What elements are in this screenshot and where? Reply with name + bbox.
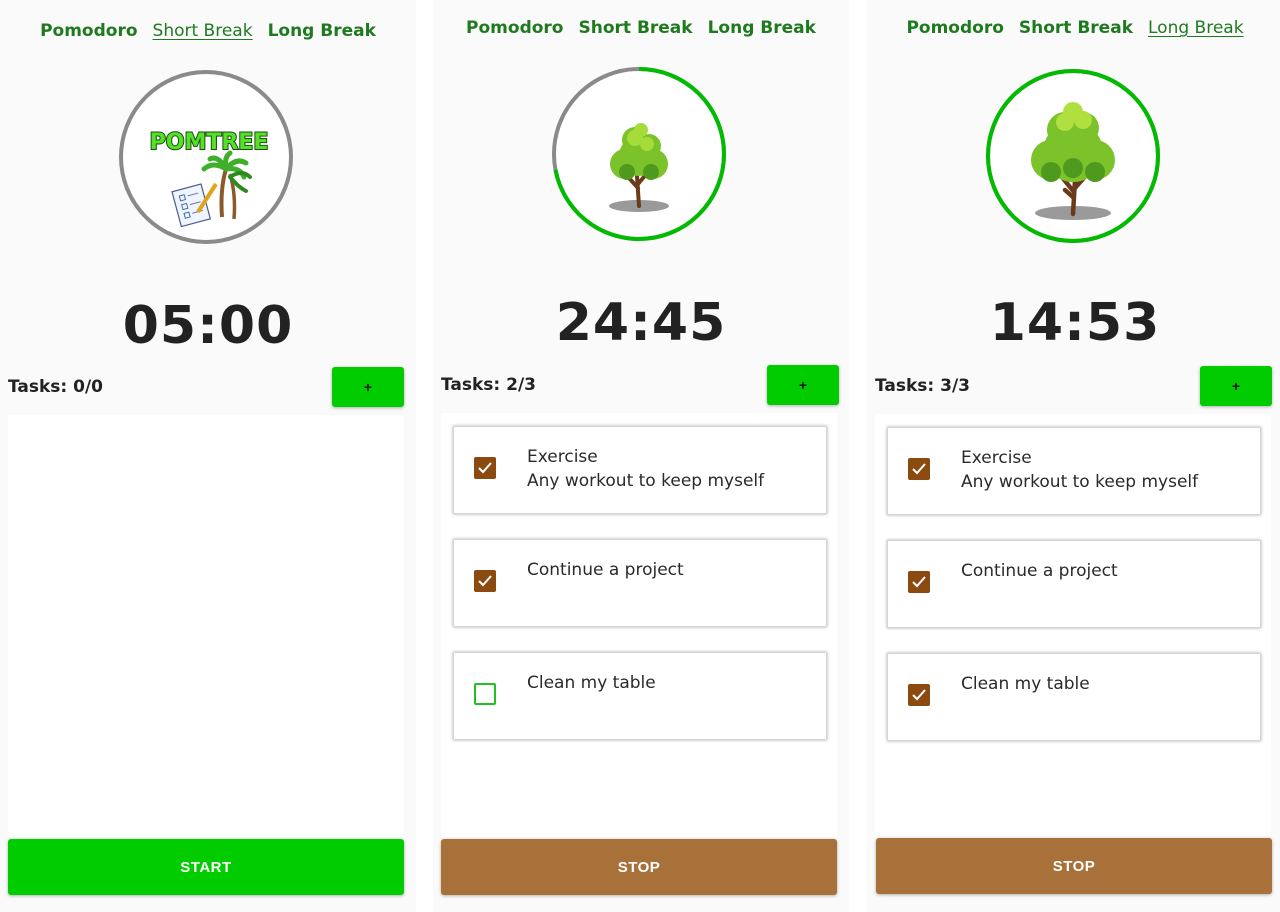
task-checkbox[interactable] (474, 683, 496, 705)
task-item[interactable]: Continue a project (453, 539, 827, 627)
tasks-counter: Tasks: 3/3 (875, 376, 971, 396)
task-description: Any workout to keep myself (961, 472, 1199, 492)
task-title: Clean my table (527, 673, 656, 693)
checkmark-icon (478, 575, 492, 587)
tab-pomodoro[interactable]: Pomodoro (906, 18, 1003, 38)
screen-running: Pomodoro Short Break Long Break 24:45 Ta… (433, 0, 849, 912)
task-text: Clean my table (527, 671, 817, 695)
task-list: Exercise Any workout to keep myself Cont… (875, 414, 1271, 836)
checkmark-icon (912, 689, 926, 701)
task-title: Exercise (961, 448, 1032, 468)
mode-tabs: Pomodoro Short Break Long Break (433, 18, 849, 38)
add-task-button[interactable]: + (767, 365, 839, 405)
task-item[interactable]: Clean my table (453, 652, 827, 740)
mode-tabs: Pomodoro Short Break Long Break (0, 21, 416, 41)
tab-short-break[interactable]: Short Break (153, 21, 253, 41)
task-item[interactable]: Clean my table (887, 653, 1261, 741)
add-task-button[interactable]: + (332, 367, 404, 407)
progress-ring: POMTREE (118, 69, 294, 245)
progress-ring (985, 68, 1161, 244)
task-title: Exercise (527, 447, 598, 467)
task-text: Exercise Any workout to keep myself (527, 445, 817, 493)
tab-pomodoro[interactable]: Pomodoro (466, 18, 563, 38)
add-task-button[interactable]: + (1200, 366, 1272, 406)
small-tree-illustration (552, 67, 726, 241)
task-list (8, 415, 404, 837)
tab-long-break[interactable]: Long Break (708, 18, 816, 38)
screens-container: Pomodoro Short Break Long Break POMTREE (0, 0, 1280, 912)
task-item[interactable]: Exercise Any workout to keep myself (887, 427, 1261, 515)
screen-complete: Pomodoro Short Break Long Break 14:53 Ta… (867, 0, 1280, 912)
task-text: Continue a project (961, 559, 1251, 583)
task-title: Continue a project (961, 561, 1118, 581)
task-checkbox[interactable] (908, 458, 930, 480)
stop-button[interactable]: STOP (876, 838, 1272, 894)
tab-pomodoro[interactable]: Pomodoro (40, 21, 137, 41)
task-item[interactable]: Continue a project (887, 540, 1261, 628)
task-title: Continue a project (527, 560, 684, 580)
task-checkbox[interactable] (474, 457, 496, 479)
checkmark-icon (912, 576, 926, 588)
mode-tabs: Pomodoro Short Break Long Break (867, 18, 1280, 38)
task-text: Exercise Any workout to keep myself (961, 446, 1251, 494)
timer-display: 05:00 (122, 296, 294, 356)
task-description: Any workout to keep myself (527, 471, 765, 491)
screen-idle: Pomodoro Short Break Long Break POMTREE (0, 0, 416, 912)
start-button[interactable]: START (8, 839, 404, 895)
task-item[interactable]: Exercise Any workout to keep myself (453, 426, 827, 514)
checkmark-icon (912, 463, 926, 475)
task-checkbox[interactable] (908, 684, 930, 706)
checkmark-icon (478, 462, 492, 474)
task-checkbox[interactable] (474, 570, 496, 592)
tab-short-break[interactable]: Short Break (578, 18, 692, 38)
pomtree-logo-illustration: POMTREE (119, 70, 293, 244)
tasks-counter: Tasks: 0/0 (8, 377, 104, 397)
stop-button[interactable]: STOP (441, 839, 837, 895)
tab-long-break[interactable]: Long Break (268, 21, 376, 41)
logo-text: POMTREE (150, 130, 269, 155)
tasks-counter: Tasks: 2/3 (441, 375, 537, 395)
task-title: Clean my table (961, 674, 1090, 694)
tab-short-break[interactable]: Short Break (1019, 18, 1133, 38)
task-checkbox[interactable] (908, 571, 930, 593)
task-text: Clean my table (961, 672, 1251, 696)
tab-long-break[interactable]: Long Break (1148, 18, 1244, 38)
timer-display: 24:45 (555, 293, 727, 353)
large-tree-illustration (986, 69, 1160, 243)
timer-display: 14:53 (989, 293, 1161, 353)
task-text: Continue a project (527, 558, 817, 582)
task-list: Exercise Any workout to keep myself Cont… (441, 413, 837, 837)
progress-ring (551, 66, 727, 242)
